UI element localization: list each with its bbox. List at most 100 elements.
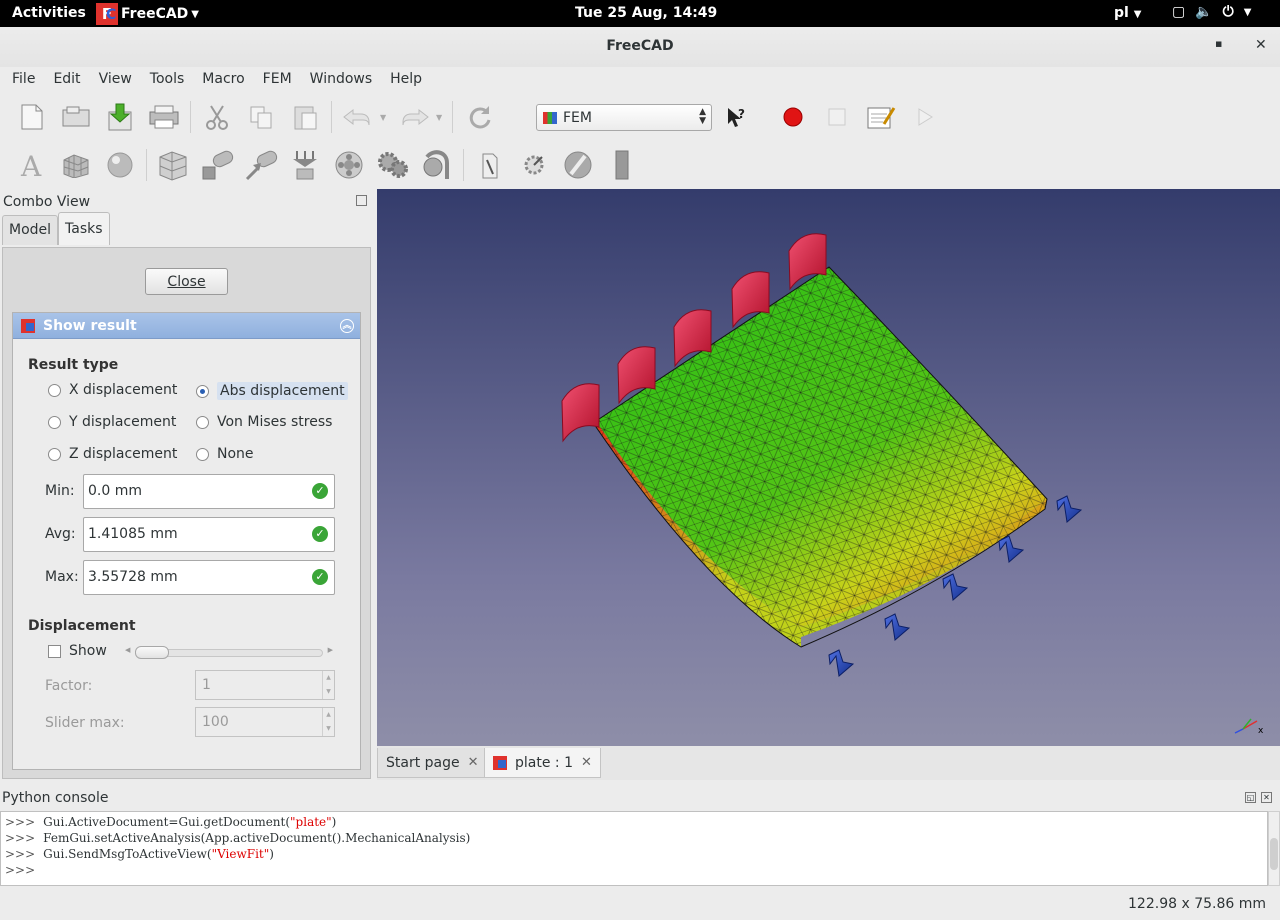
radio-indicator — [48, 415, 61, 429]
undo-dropdown-icon[interactable]: ▼ — [380, 113, 392, 122]
spinner-arrows-icon[interactable]: ▲ ▼ — [322, 708, 334, 736]
slider-max-label: Slider max: — [45, 715, 125, 731]
radio-none[interactable]: None — [196, 446, 254, 462]
record-macro-button[interactable] — [771, 97, 815, 137]
execute-macro-button[interactable] — [903, 97, 947, 137]
result-type-label: Result type — [28, 357, 119, 373]
console-scrollbar[interactable] — [1268, 811, 1280, 886]
max-field[interactable]: 3.55728 mm ✓ — [83, 560, 335, 595]
bearing-constraint-icon[interactable] — [327, 145, 371, 185]
save-button[interactable] — [98, 97, 142, 137]
calculix-icon[interactable] — [468, 145, 512, 185]
menu-macro[interactable]: Macro — [193, 67, 253, 93]
redo-icon[interactable] — [392, 97, 436, 137]
python-console[interactable]: >>> Gui.ActiveDocument=Gui.getDocument("p… — [0, 811, 1268, 886]
solver-gear-icon[interactable] — [512, 145, 556, 185]
radio-z-displacement[interactable]: Z displacement — [48, 446, 177, 462]
macros-editor-button[interactable] — [859, 97, 903, 137]
menu-edit[interactable]: Edit — [44, 67, 89, 93]
tab-model[interactable]: Model — [2, 215, 59, 245]
material-icon[interactable] — [98, 145, 142, 185]
menu-view[interactable]: View — [90, 67, 141, 93]
console-line: >>> Gui.ActiveDocument=Gui.getDocument("p… — [5, 815, 337, 829]
avg-field[interactable]: 1.41085 mm ✓ — [83, 517, 335, 552]
gnome-top-bar: Activities FC FreeCAD ▼ Tue 25 Aug, 14:4… — [0, 0, 1280, 27]
menu-file[interactable]: File — [3, 67, 44, 93]
radio-von-mises-stress[interactable]: Von Mises stress — [196, 414, 332, 430]
close-panel-button[interactable]: ✕ — [1261, 792, 1272, 803]
cut-icon[interactable] — [195, 97, 239, 137]
restore-window-button[interactable]: ▪ — [1215, 37, 1222, 50]
radio-y-displacement[interactable]: Y displacement — [48, 414, 176, 430]
pulley-constraint-icon[interactable] — [415, 145, 459, 185]
close-button[interactable]: Close — [145, 268, 228, 295]
menu-bar: File Edit View Tools Macro FEM Windows H… — [0, 67, 1280, 93]
tab-start-page[interactable]: Start page ✕ — [377, 748, 488, 778]
min-field[interactable]: 0.0 mm ✓ — [83, 474, 335, 509]
copy-icon[interactable] — [239, 97, 283, 137]
factor-spinbox[interactable]: 1 ▲ ▼ — [195, 670, 335, 700]
show-result-icon[interactable] — [600, 145, 644, 185]
fem-mesh-render: x — [561, 233, 1264, 736]
redo-dropdown-icon[interactable]: ▼ — [436, 113, 448, 122]
close-window-button[interactable]: ✕ — [1255, 37, 1267, 53]
gear-constraint-icon[interactable] — [371, 145, 415, 185]
refresh-icon[interactable] — [457, 97, 501, 137]
min-value: 0.0 mm — [88, 483, 142, 499]
workbench-selected: FEM — [563, 109, 592, 126]
close-tab-icon[interactable]: ✕ — [581, 755, 592, 770]
radio-label: Von Mises stress — [217, 414, 333, 430]
spinner-arrows-icon[interactable]: ▲ ▼ — [322, 671, 334, 699]
slider-left-arrow-icon: ◀ — [125, 646, 131, 654]
fixed-constraint-icon[interactable] — [151, 145, 195, 185]
purge-results-icon[interactable] — [556, 145, 600, 185]
combo-view-title: Combo View — [3, 194, 91, 210]
language-indicator[interactable]: pl ▼ — [1114, 5, 1141, 21]
force-constraint-icon[interactable] — [239, 145, 283, 185]
activities-button[interactable]: Activities — [12, 5, 86, 21]
print-button[interactable] — [142, 97, 186, 137]
whats-this-button[interactable]: ? — [714, 97, 758, 137]
collapse-icon[interactable]: ︽ — [340, 319, 354, 333]
menu-windows[interactable]: Windows — [301, 67, 382, 93]
scrollbar-thumb[interactable] — [1270, 838, 1278, 870]
show-checkbox[interactable]: Show — [48, 643, 107, 659]
displacement-slider[interactable]: ◀ ▶ — [125, 646, 333, 659]
tasks-panel: Close Show result ︽ Result type X displa… — [2, 247, 371, 779]
lock-constraint-icon[interactable] — [195, 145, 239, 185]
radio-x-displacement[interactable]: X displacement — [48, 382, 177, 398]
analysis-icon[interactable]: A — [10, 145, 54, 185]
document-tabs: Start page ✕ plate : 1 ✕ — [377, 746, 1280, 780]
chevron-down-icon: ▼ — [1133, 9, 1142, 20]
menu-help[interactable]: Help — [381, 67, 431, 93]
slider-handle[interactable] — [135, 646, 169, 659]
show-result-title: Show result — [43, 317, 137, 334]
show-result-header[interactable]: Show result ︽ — [13, 313, 360, 339]
open-button[interactable] — [54, 97, 98, 137]
float-panel-button[interactable]: ◱ — [1245, 792, 1256, 803]
close-tab-icon[interactable]: ✕ — [468, 755, 479, 770]
fem-document-icon — [493, 755, 507, 770]
slider-max-spinbox[interactable]: 100 ▲ ▼ — [195, 707, 335, 737]
paste-icon[interactable] — [283, 97, 327, 137]
stop-macro-button[interactable] — [815, 97, 859, 137]
app-menu[interactable]: FC FreeCAD ▼ — [96, 3, 199, 25]
float-panel-button[interactable] — [356, 195, 367, 206]
tab-tasks[interactable]: Tasks — [58, 212, 110, 245]
radio-label: Abs displacement — [217, 382, 348, 400]
3d-view[interactable]: x — [377, 189, 1280, 746]
clock[interactable]: Tue 25 Aug, 14:49 — [575, 5, 717, 21]
tab-plate[interactable]: plate : 1 ✕ — [484, 748, 601, 778]
menu-fem[interactable]: FEM — [254, 67, 301, 93]
system-tray[interactable]: ▢ 🔈 ⏻ ▼ — [1172, 4, 1251, 20]
new-document-button[interactable] — [10, 97, 54, 137]
radio-label: Y displacement — [69, 414, 177, 430]
console-input-line[interactable]: >>> — [5, 862, 1263, 878]
workbench-selector[interactable]: FEM ▲ ▼ — [536, 104, 712, 131]
mesh-icon[interactable] — [54, 145, 98, 185]
radio-abs-displacement[interactable]: Abs displacement — [196, 382, 348, 400]
undo-icon[interactable] — [336, 97, 380, 137]
app-menu-label: FreeCAD — [121, 6, 189, 22]
menu-tools[interactable]: Tools — [141, 67, 194, 93]
pressure-constraint-icon[interactable] — [283, 145, 327, 185]
